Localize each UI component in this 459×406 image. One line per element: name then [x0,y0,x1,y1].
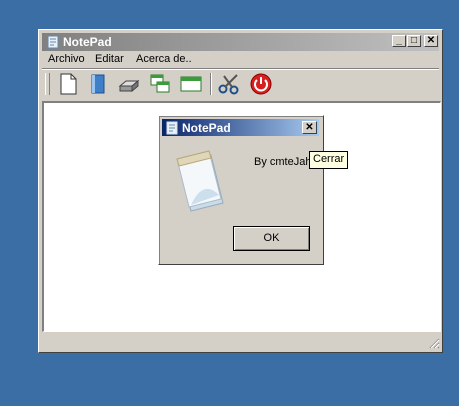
minimize-icon: _ [396,35,402,46]
minimize-button[interactable]: _ [392,35,406,47]
new-file-icon[interactable] [56,72,80,96]
about-message: By cmteJah [254,156,312,168]
open-book-icon[interactable] [86,72,110,96]
menu-archivo[interactable]: Archivo [48,53,85,65]
menu-acerca-de[interactable]: Acerca de.. [136,53,192,65]
tile-windows-icon[interactable] [179,72,203,96]
dialog-titlebar[interactable]: NotePad ✕ [162,119,319,136]
main-titlebar[interactable]: NotePad _ □ ✕ [42,33,439,51]
menu-editar[interactable]: Editar [95,53,124,65]
print-icon[interactable] [117,72,141,96]
close-icon: ✕ [426,35,436,46]
main-window-title: NotePad [63,35,112,49]
menubar: Archivo Editar Acerca de.. [42,52,439,68]
close-button[interactable]: ✕ [424,35,438,47]
dialog-close-button[interactable]: ✕ [302,121,317,134]
toolbar-separator [210,73,212,95]
notepad-logo-icon [176,150,224,212]
maximize-button[interactable]: □ [407,35,421,47]
dialog-title: NotePad [182,121,231,135]
close-tooltip: Cerrar [309,151,349,169]
power-exit-icon[interactable] [249,72,273,96]
notepad-app-icon [47,35,59,49]
toolbar [42,70,439,98]
maximize-icon: □ [410,35,418,46]
about-dialog: NotePad ✕ By cmteJah OK [158,115,324,265]
cut-scissors-icon[interactable] [217,72,241,96]
resize-grip-icon[interactable] [428,337,440,349]
notepad-app-icon [166,121,178,135]
toolbar-grip[interactable] [45,73,50,95]
close-icon: ✕ [305,122,314,133]
cascade-windows-icon[interactable] [148,72,172,96]
ok-button[interactable]: OK [233,226,310,251]
status-bar [42,334,441,350]
